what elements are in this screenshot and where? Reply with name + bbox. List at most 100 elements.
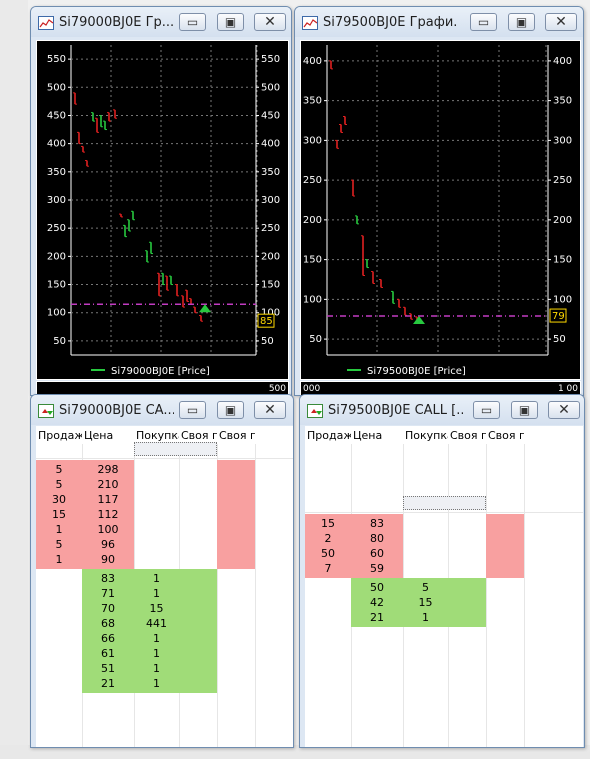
buy-price-cell[interactable]: 66 — [82, 631, 134, 646]
y-tick-label-left: 200 — [47, 251, 66, 262]
current-price-label: 79 — [552, 311, 565, 322]
chart-app-icon — [38, 16, 54, 30]
sell-price-cell[interactable]: 60 — [351, 546, 403, 561]
window-title: Si79000BJ0E CA... — [59, 403, 174, 418]
sell-price-cell[interactable]: 210 — [82, 477, 134, 492]
buy-qty-cell[interactable]: 1 — [134, 631, 179, 646]
sell-price-cell[interactable]: 96 — [82, 537, 134, 552]
buy-qty-cell[interactable]: 1 — [134, 661, 179, 676]
order-book-window-right[interactable]: Si79500BJ0E CALL [... ▭ ▣ ✕ Продаж Цена По… — [299, 394, 585, 748]
sell-qty-cell[interactable]: 5 — [36, 537, 82, 552]
buy-price-cell[interactable]: 42 — [351, 595, 403, 610]
buy-qty-cell[interactable]: 1 — [403, 610, 448, 625]
sell-qty-cell[interactable]: 7 — [305, 561, 351, 576]
sell-price-cell[interactable]: 83 — [351, 516, 403, 531]
column-header[interactable]: Покупка — [405, 429, 448, 442]
column-header[interactable]: Продаж — [307, 429, 351, 442]
buy-price-cell[interactable]: 21 — [351, 610, 403, 625]
buy-price-cell[interactable]: 83 — [82, 571, 134, 586]
buy-qty-cell[interactable]: 15 — [403, 595, 448, 610]
buy-price-cell[interactable]: 51 — [82, 661, 134, 676]
buy-price-cell[interactable]: 70 — [82, 601, 134, 616]
buy-price-cell[interactable]: 68 — [82, 616, 134, 631]
column-header[interactable]: Своя п — [181, 429, 217, 442]
window-title: Si79500BJ0E Графи... — [323, 15, 458, 30]
order-book-table[interactable]: ПродажЦенаПокупкаСвоя пСвоя п52985210301… — [36, 426, 293, 747]
sell-price-cell[interactable]: 100 — [82, 522, 134, 537]
sell-price-cell[interactable]: 112 — [82, 507, 134, 522]
y-tick-label-right: 150 — [553, 255, 572, 266]
y-tick-label-right: 250 — [261, 223, 280, 234]
y-tick-label-right: 50 — [261, 336, 274, 347]
sell-qty-cell[interactable]: 50 — [305, 546, 351, 561]
column-header[interactable]: Продаж — [38, 429, 82, 442]
buy-qty-cell[interactable]: 1 — [134, 676, 179, 691]
title-bar[interactable]: Si79500BJ0E CALL [... ▭ ▣ ✕ — [300, 395, 584, 425]
buy-qty-cell[interactable]: 15 — [134, 601, 179, 616]
y-tick-label-left: 400 — [47, 139, 66, 150]
minimize-button[interactable]: ▭ — [179, 13, 206, 31]
column-header[interactable]: Своя п — [488, 429, 524, 442]
y-tick-label-right: 150 — [261, 280, 280, 291]
buy-qty-cell[interactable]: 441 — [134, 616, 179, 631]
sell-qty-cell[interactable]: 30 — [36, 492, 82, 507]
y-tick-label-right: 300 — [553, 135, 572, 146]
price-chart[interactable]: 550 550 500 500 450 450 400 400 350 350 300 300 250 2… — [36, 40, 289, 380]
buy-qty-cell[interactable]: 1 — [134, 571, 179, 586]
sell-price-cell[interactable]: 298 — [82, 462, 134, 477]
sell-qty-cell[interactable]: 5 — [36, 477, 82, 492]
sell-qty-cell[interactable]: 5 — [36, 462, 82, 477]
price-chart-svg[interactable]: 400 400 350 350 300 300 250 250 200 200 150 150 100 1… — [301, 41, 582, 381]
buy-price-cell[interactable]: 71 — [82, 586, 134, 601]
title-bar[interactable]: Si79000BJ0E Гр... ▭ ▣ ✕ — [31, 7, 291, 37]
maximize-button[interactable]: ▣ — [511, 401, 538, 419]
spread-divider — [36, 458, 293, 459]
buy-price-cell[interactable]: 21 — [82, 676, 134, 691]
close-button[interactable]: ✕ — [545, 13, 577, 31]
price-chart[interactable]: 400 400 350 350 300 300 250 250 200 200 150 150 100 1… — [300, 40, 581, 380]
y-tick-label-left: 150 — [47, 280, 66, 291]
minimize-button[interactable]: ▭ — [470, 13, 497, 31]
sell-qty-cell[interactable]: 2 — [305, 531, 351, 546]
sell-price-cell[interactable]: 90 — [82, 552, 134, 567]
sell-qty-cell[interactable]: 15 — [36, 507, 82, 522]
column-header[interactable]: Покупка — [136, 429, 179, 442]
sell-price-cell[interactable]: 117 — [82, 492, 134, 507]
spread-selector[interactable] — [403, 496, 486, 510]
sell-qty-cell[interactable]: 1 — [36, 522, 82, 537]
chart-window-right[interactable]: Si79500BJ0E Графи... ▭ ▣ ✕ 400 400 350 350 3… — [294, 6, 584, 396]
minimize-button[interactable]: ▭ — [179, 401, 206, 419]
buy-qty-cell[interactable]: 1 — [134, 586, 179, 601]
chart-window-left[interactable]: Si79000BJ0E Гр... ▭ ▣ ✕ 550 550 500 500 450 4… — [30, 6, 292, 396]
buy-price-cell[interactable]: 50 — [351, 580, 403, 595]
sell-qty-cell[interactable]: 15 — [305, 516, 351, 531]
sell-price-cell[interactable]: 80 — [351, 531, 403, 546]
column-header[interactable]: Своя п — [219, 429, 255, 442]
price-chart-svg[interactable]: 550 550 500 500 450 450 400 400 350 350 300 300 250 2… — [37, 41, 290, 381]
buy-price-cell[interactable]: 61 — [82, 646, 134, 661]
maximize-button[interactable]: ▣ — [217, 13, 244, 31]
column-header[interactable]: Цена — [353, 429, 403, 442]
volume-tick-left: 000 — [303, 384, 321, 394]
buy-qty-cell[interactable]: 1 — [134, 646, 179, 661]
close-button[interactable]: ✕ — [548, 401, 580, 419]
maximize-button[interactable]: ▣ — [508, 13, 535, 31]
column-header[interactable]: Своя п — [450, 429, 486, 442]
minimize-button[interactable]: ▭ — [473, 401, 500, 419]
buy-qty-cell[interactable]: 5 — [403, 580, 448, 595]
spread-selector[interactable] — [134, 442, 217, 456]
sell-qty-cell[interactable]: 1 — [36, 552, 82, 567]
own-buy-block — [179, 569, 217, 693]
maximize-button[interactable]: ▣ — [217, 401, 244, 419]
order-book-table[interactable]: ПродажЦенаПокупкаСвоя пСвоя п15832805060… — [305, 426, 583, 747]
order-book-window-left[interactable]: Si79000BJ0E CA... ▭ ▣ ✕ Продаж Цена Покупк… — [30, 394, 294, 748]
spread-divider — [305, 512, 583, 513]
close-button[interactable]: ✕ — [254, 13, 286, 31]
current-price-label: 85 — [260, 316, 273, 327]
title-bar[interactable]: Si79000BJ0E CA... ▭ ▣ ✕ — [31, 395, 293, 425]
window-title: Si79000BJ0E Гр... — [59, 15, 174, 30]
sell-price-cell[interactable]: 59 — [351, 561, 403, 576]
column-header[interactable]: Цена — [84, 429, 134, 442]
close-button[interactable]: ✕ — [254, 401, 286, 419]
title-bar[interactable]: Si79500BJ0E Графи... ▭ ▣ ✕ — [295, 7, 583, 37]
